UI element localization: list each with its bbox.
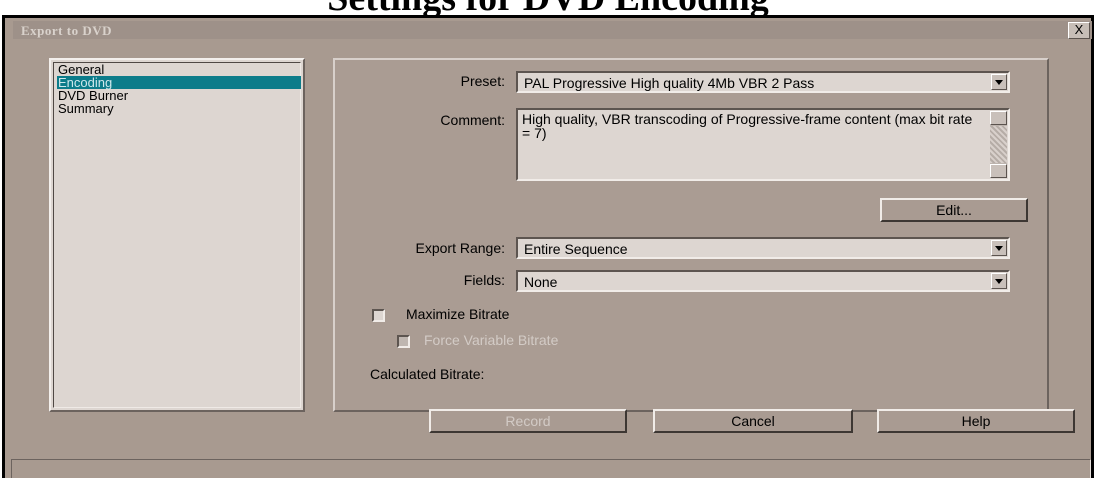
nav-item-summary[interactable]: Summary — [57, 102, 301, 115]
scroll-up-icon[interactable] — [990, 111, 1007, 125]
help-button[interactable]: Help — [877, 409, 1075, 433]
force-vbr-checkbox[interactable] — [397, 335, 410, 348]
comment-label: Comment: — [440, 112, 505, 128]
settings-nav-list: General Encoding DVD Burner Summary — [49, 58, 305, 412]
export-range-value: Entire Sequence — [524, 241, 628, 257]
preset-value: PAL Progressive High quality 4Mb VBR 2 P… — [524, 75, 815, 91]
preset-select[interactable]: PAL Progressive High quality 4Mb VBR 2 P… — [516, 71, 1010, 93]
status-bar — [11, 459, 1091, 478]
comment-textarea[interactable]: High quality, VBR transcoding of Progres… — [516, 108, 1010, 181]
fields-value: None — [524, 274, 558, 290]
chevron-down-icon[interactable] — [991, 273, 1007, 289]
preset-label: Preset: — [460, 73, 505, 89]
comment-scrollbar[interactable] — [990, 111, 1007, 178]
maximize-bitrate-checkbox[interactable] — [372, 309, 385, 322]
edit-button[interactable]: Edit... — [880, 198, 1028, 222]
fields-label: Fields: — [463, 272, 505, 288]
close-icon: X — [1074, 22, 1084, 37]
maximize-bitrate-label: Maximize Bitrate — [406, 306, 510, 322]
encoding-settings-panel: Preset: PAL Progressive High quality 4Mb… — [333, 58, 1049, 412]
record-button[interactable]: Record — [429, 409, 627, 433]
export-dvd-dialog: Export to DVD X General Encoding DVD Bur… — [2, 15, 1094, 478]
scroll-down-icon[interactable] — [990, 164, 1007, 178]
force-vbr-label: Force Variable Bitrate — [424, 332, 559, 348]
close-button[interactable]: X — [1068, 22, 1090, 39]
export-range-select[interactable]: Entire Sequence — [516, 237, 1010, 259]
window-title: Export to DVD — [21, 23, 112, 38]
scroll-track[interactable] — [990, 126, 1007, 163]
chevron-down-icon[interactable] — [991, 240, 1007, 256]
fields-select[interactable]: None — [516, 270, 1010, 292]
export-range-label: Export Range: — [415, 240, 506, 256]
comment-value: High quality, VBR transcoding of Progres… — [522, 111, 973, 141]
title-bar: Export to DVD X — [13, 21, 1092, 39]
calculated-bitrate-label: Calculated Bitrate: — [370, 366, 485, 382]
cancel-button[interactable]: Cancel — [653, 409, 853, 433]
chevron-down-icon[interactable] — [991, 74, 1007, 90]
